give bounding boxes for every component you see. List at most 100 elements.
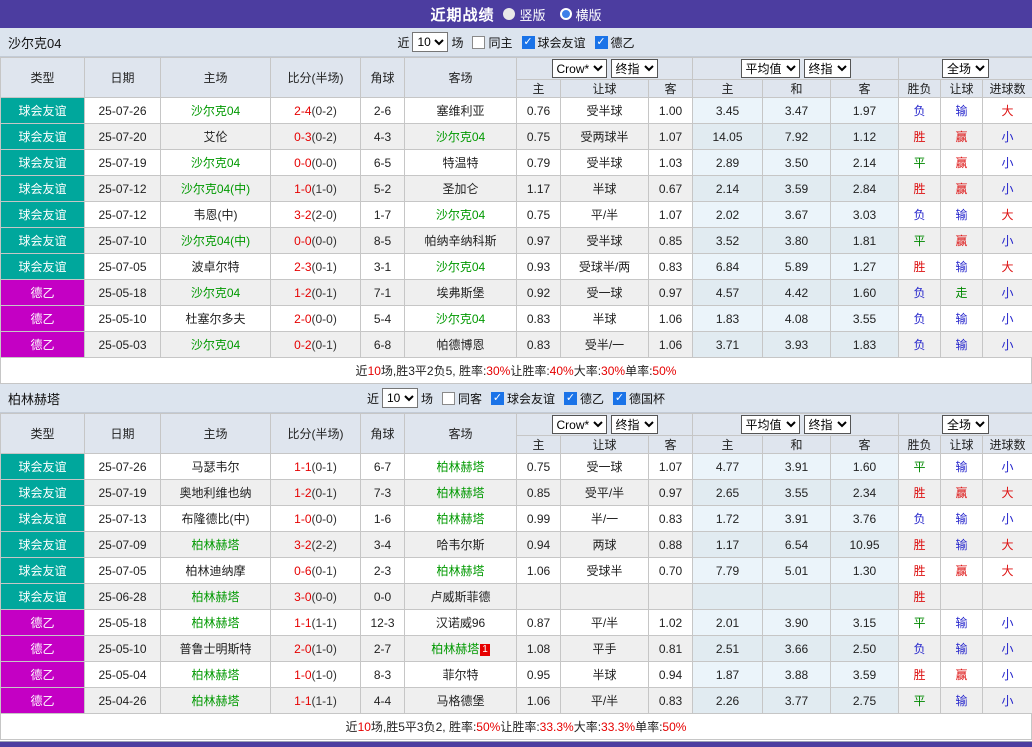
halftime-score: (1-1) — [312, 616, 337, 630]
corner-cell: 6-5 — [361, 150, 405, 176]
odds-stage-select[interactable]: 终指 — [804, 59, 851, 78]
halftime-score: (0-1) — [312, 486, 337, 500]
result-cell: 负 — [899, 636, 941, 662]
odds-group-header: Crow*终指 — [517, 58, 693, 80]
average-select[interactable]: 平均值 — [741, 415, 800, 434]
type-cell: 德乙 — [1, 306, 85, 332]
sub-column-header: 胜负 — [899, 80, 941, 98]
date-cell: 25-05-18 — [85, 610, 161, 636]
home-team-cell: 柏林赫塔 — [161, 532, 271, 558]
handicap-line: 受球半 — [561, 558, 649, 584]
date-cell: 25-07-12 — [85, 202, 161, 228]
score-cell: 2-4(0-2) — [271, 98, 361, 124]
odds-stage-select[interactable]: 终指 — [804, 415, 851, 434]
match-row: 球会友谊25-07-05柏林迪纳摩0-6(0-1)2-3柏林赫塔1.06受球半0… — [1, 558, 1032, 584]
away-team-cell: 塞维利亚 — [405, 98, 517, 124]
score-cell: 0-0(0-0) — [271, 150, 361, 176]
summary-stat-value: 50% — [476, 720, 500, 734]
goals-result-cell: 大 — [983, 98, 1032, 124]
corner-cell: 3-1 — [361, 254, 405, 280]
fulltime-select[interactable]: 全场 — [942, 59, 989, 78]
result-cell: 平 — [899, 150, 941, 176]
date-cell: 25-06-28 — [85, 584, 161, 610]
type-cell: 球会友谊 — [1, 558, 85, 584]
odds-group-header: 平均值终指 — [693, 414, 899, 436]
handicap-home-odds: 0.93 — [517, 254, 561, 280]
halftime-score: (0-0) — [312, 512, 337, 526]
halftime-score: (2-2) — [312, 538, 337, 552]
handicap-home-odds: 0.83 — [517, 332, 561, 358]
away-team-cell: 汉诺威96 — [405, 610, 517, 636]
checked-checkbox[interactable]: ✓ — [595, 36, 608, 49]
handicap-result-cell: 赢 — [941, 558, 983, 584]
date-cell: 25-07-05 — [85, 558, 161, 584]
checked-checkbox[interactable]: ✓ — [564, 392, 577, 405]
match-row: 德乙25-05-18柏林赫塔1-1(1-1)12-3汉诺威960.87平/半1.… — [1, 610, 1032, 636]
avg-draw-odds: 3.88 — [763, 662, 831, 688]
checked-checkbox[interactable]: ✓ — [522, 36, 535, 49]
handicap-away-odds: 0.83 — [649, 688, 693, 714]
handicap-away-odds: 0.85 — [649, 228, 693, 254]
away-team-cell: 沙尔克04 — [405, 306, 517, 332]
sub-column-header: 让球 — [561, 80, 649, 98]
summary-text: 近 — [346, 718, 358, 735]
odds-stage-select[interactable]: 终指 — [611, 59, 658, 78]
match-row: 球会友谊25-07-10沙尔克04(中)0-0(0-0)8-5帕纳辛纳科斯0.9… — [1, 228, 1032, 254]
handicap-home-odds: 0.79 — [517, 150, 561, 176]
goals-result-cell — [983, 584, 1032, 610]
match-row: 球会友谊25-07-09柏林赫塔3-2(2-2)3-4哈韦尔斯0.94两球0.8… — [1, 532, 1032, 558]
result-cell: 平 — [899, 228, 941, 254]
corner-cell: 0-0 — [361, 584, 405, 610]
summary-stat-value: 40% — [550, 364, 574, 378]
sub-column-header: 主 — [517, 80, 561, 98]
average-select[interactable]: 平均值 — [741, 59, 800, 78]
avg-away-odds: 2.84 — [831, 176, 899, 202]
sub-column-header: 客 — [831, 80, 899, 98]
match-row: 德乙25-05-04柏林赫塔1-0(1-0)8-3菲尔特0.95半球0.941.… — [1, 662, 1032, 688]
checked-checkbox[interactable]: ✓ — [613, 392, 626, 405]
radio-selected-icon[interactable] — [503, 8, 515, 20]
handicap-line: 平/半 — [561, 688, 649, 714]
avg-away-odds: 1.97 — [831, 98, 899, 124]
type-cell: 球会友谊 — [1, 228, 85, 254]
avg-away-odds: 10.95 — [831, 532, 899, 558]
radio-unselected-icon[interactable] — [560, 8, 572, 20]
fulltime-score: 0-0 — [294, 156, 311, 170]
result-cell: 负 — [899, 506, 941, 532]
type-cell: 球会友谊 — [1, 176, 85, 202]
fulltime-select[interactable]: 全场 — [942, 415, 989, 434]
halftime-score: (1-1) — [312, 694, 337, 708]
odds-stage-select[interactable]: 终指 — [611, 415, 658, 434]
match-count-select[interactable]: 10 — [382, 388, 418, 408]
results-table: 类型日期主场比分(半场)角球客场Crow*终指平均值终指全场主让球客主和客胜负让… — [0, 57, 1032, 358]
bookmaker-select[interactable]: Crow* — [552, 415, 607, 434]
sub-column-header: 和 — [763, 436, 831, 454]
unchecked-checkbox[interactable] — [442, 392, 455, 405]
unchecked-checkbox[interactable] — [472, 36, 485, 49]
halftime-score: (0-1) — [312, 564, 337, 578]
fulltime-score: 2-4 — [294, 104, 311, 118]
avg-home-odds: 3.71 — [693, 332, 763, 358]
fulltime-score: 3-2 — [294, 208, 311, 222]
radio-vertical-label: 竖版 — [519, 5, 545, 24]
checked-checkbox[interactable]: ✓ — [491, 392, 504, 405]
radio-vertical-layout[interactable]: 竖版 — [503, 5, 545, 24]
handicap-away-odds: 1.07 — [649, 202, 693, 228]
date-cell: 25-07-26 — [85, 98, 161, 124]
handicap-away-odds: 0.83 — [649, 254, 693, 280]
team-section: 柏林赫塔近10场同客✓球会友谊✓德乙✓德国杯类型日期主场比分(半场)角球客场Cr… — [0, 384, 1032, 740]
avg-draw-odds: 3.67 — [763, 202, 831, 228]
bookmaker-select[interactable]: Crow* — [552, 59, 607, 78]
radio-horizontal-layout[interactable]: 横版 — [560, 5, 602, 24]
corner-cell: 1-6 — [361, 506, 405, 532]
sub-column-header: 主 — [693, 436, 763, 454]
fulltime-score: 1-1 — [294, 694, 311, 708]
fulltime-score: 1-0 — [294, 182, 311, 196]
match-count-select[interactable]: 10 — [412, 32, 448, 52]
score-cell: 0-2(0-1) — [271, 332, 361, 358]
type-cell: 球会友谊 — [1, 150, 85, 176]
handicap-result-cell: 输 — [941, 688, 983, 714]
away-team-cell: 柏林赫塔 — [405, 506, 517, 532]
header-row-top: 类型日期主场比分(半场)角球客场Crow*终指平均值终指全场 — [1, 414, 1032, 436]
avg-home-odds: 1.87 — [693, 662, 763, 688]
